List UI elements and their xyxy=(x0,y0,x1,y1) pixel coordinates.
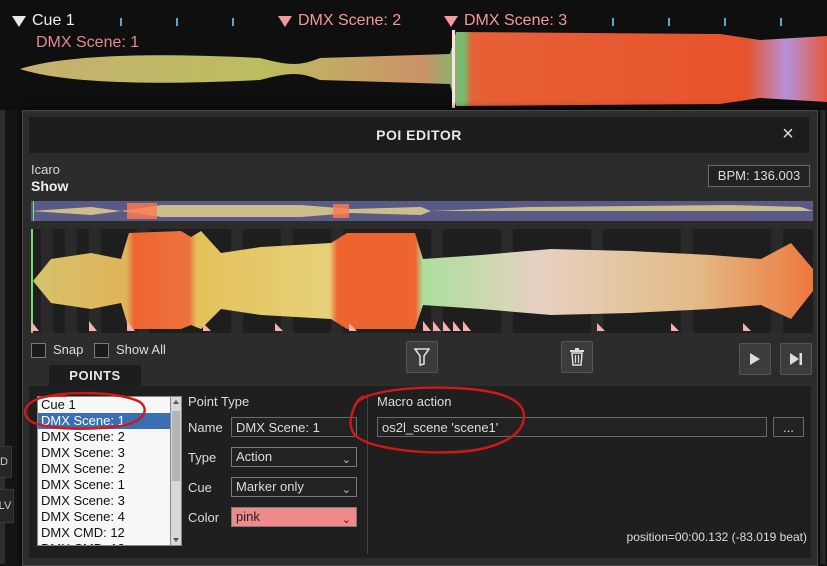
scroll-down-icon[interactable] xyxy=(173,538,179,542)
type-select-value: Action xyxy=(236,449,273,464)
point-type-header: Point Type xyxy=(188,394,250,409)
show-all-checkbox[interactable] xyxy=(94,343,109,358)
color-select[interactable]: pink ⌄ xyxy=(231,507,357,527)
filter-icon xyxy=(414,348,430,366)
color-label: Color xyxy=(188,510,220,525)
type-select[interactable]: Action ⌄ xyxy=(231,447,357,467)
snap-label: Snap xyxy=(53,342,84,357)
close-button[interactable]: × xyxy=(777,123,799,145)
cue-select-value: Marker only xyxy=(236,479,304,494)
chevron-down-icon: ⌄ xyxy=(341,454,351,466)
list-item[interactable]: DMX Scene: 2 xyxy=(38,461,170,477)
cue-triangle-icon xyxy=(444,15,458,27)
cue-marker-label: DMX Scene: 2 xyxy=(298,12,402,29)
show-all-label: Show All xyxy=(116,342,166,357)
filter-button[interactable] xyxy=(406,341,438,373)
cue-label: Cue xyxy=(188,480,212,495)
bpm-display[interactable]: BPM: 136.003 xyxy=(708,165,810,187)
poi-editor-dialog: POI EDITOR × Icaro Show BPM: 136.003 Sna… xyxy=(22,110,818,566)
right-edge-strip xyxy=(820,110,825,564)
beat-tick xyxy=(780,18,782,26)
macro-action-header: Macro action xyxy=(377,394,452,409)
cue-marker-label: DMX Scene: 3 xyxy=(464,12,568,29)
list-item[interactable]: DMX CMD: 12 xyxy=(38,541,170,545)
skip-next-button[interactable] xyxy=(780,343,812,375)
cue-triangle-icon xyxy=(278,15,292,27)
name-label: Name xyxy=(188,420,223,435)
dialog-title: POI EDITOR xyxy=(376,127,462,143)
beat-tick xyxy=(176,18,178,26)
cue-marker-2[interactable]: DMX Scene: 2 xyxy=(278,12,401,30)
list-item[interactable]: DMX Scene: 4 xyxy=(38,509,170,525)
play-button[interactable] xyxy=(739,343,771,375)
scroll-up-icon[interactable] xyxy=(173,400,179,404)
beat-tick xyxy=(120,18,122,26)
cue-select[interactable]: Marker only ⌄ xyxy=(231,477,357,497)
list-item[interactable]: DMX Scene: 2 xyxy=(38,429,170,445)
list-item[interactable]: DMX Scene: 1 xyxy=(38,477,170,493)
skip-next-icon xyxy=(790,353,802,365)
beat-tick xyxy=(612,18,614,26)
track-artist: Icaro xyxy=(31,162,60,177)
tab-points[interactable]: POINTS xyxy=(49,365,141,387)
trash-icon xyxy=(570,348,584,366)
list-item[interactable]: DMX Scene: 1 xyxy=(38,413,170,429)
list-item[interactable]: DMX Scene: 3 xyxy=(38,493,170,509)
points-list-scrollbar[interactable] xyxy=(170,396,182,546)
cue-triangle-icon xyxy=(12,15,26,27)
beat-tick xyxy=(232,18,234,26)
beat-tick xyxy=(668,18,670,26)
left-side-button[interactable]: D xyxy=(0,446,12,478)
list-item[interactable]: DMX Scene: 3 xyxy=(38,445,170,461)
play-icon xyxy=(750,353,760,365)
main-waveform[interactable] xyxy=(31,229,813,333)
snap-checkbox[interactable] xyxy=(31,343,46,358)
cue-marker-1[interactable]: Cue 1 xyxy=(12,12,75,30)
position-readout: position=00:00.132 (-83.019 beat) xyxy=(626,530,807,544)
name-input[interactable]: DMX Scene: 1 xyxy=(231,417,357,437)
cue-marker-3[interactable]: DMX Scene: 3 xyxy=(444,12,567,30)
cue-marker-label: Cue 1 xyxy=(32,12,75,29)
beat-tick xyxy=(724,18,726,26)
track-title: Show xyxy=(31,178,69,194)
color-select-value: pink xyxy=(236,509,260,524)
panel-divider xyxy=(367,394,368,554)
macro-browse-button[interactable]: ... xyxy=(773,417,804,437)
overview-waveform[interactable] xyxy=(31,201,813,221)
list-item[interactable]: Cue 1 xyxy=(38,397,170,413)
points-list[interactable]: Cue 1 DMX Scene: 1 DMX Scene: 2 DMX Scene: … xyxy=(37,396,171,546)
chevron-down-icon: ⌄ xyxy=(341,514,351,526)
scroll-thumb[interactable] xyxy=(172,411,180,481)
deck-waveform-area: Cue 1 DMX Scene: 2 DMX Scene: 3 DMX Scen… xyxy=(0,0,827,110)
left-side-button-lv[interactable]: LV xyxy=(0,489,14,523)
list-item[interactable]: DMX CMD: 12 xyxy=(38,525,170,541)
dialog-titlebar[interactable]: POI EDITOR × xyxy=(29,117,809,153)
chevron-down-icon: ⌄ xyxy=(341,484,351,496)
type-label: Type xyxy=(188,450,217,465)
macro-action-input[interactable]: os2l_scene 'scene1' xyxy=(377,417,767,437)
delete-button[interactable] xyxy=(561,341,593,373)
deck-waveform[interactable] xyxy=(20,30,827,108)
